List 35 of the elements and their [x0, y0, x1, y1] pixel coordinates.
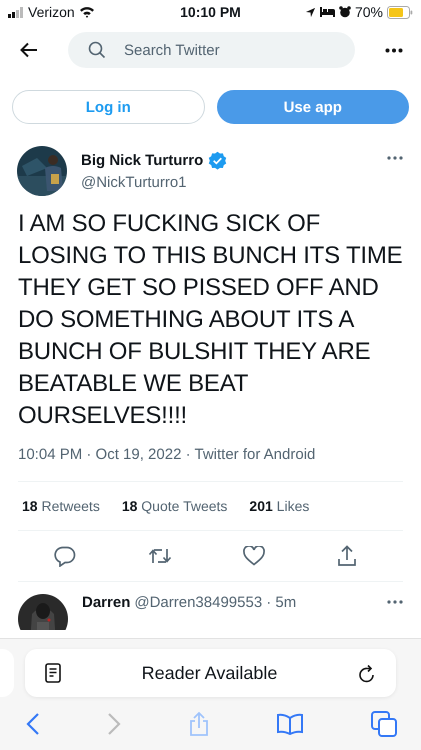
- location-icon: [304, 6, 316, 18]
- battery-icon: [386, 6, 413, 18]
- more-icon[interactable]: [387, 600, 403, 604]
- clock-time: 10:10 PM: [180, 4, 241, 20]
- share-icon[interactable]: [337, 545, 358, 567]
- reply-author-name: Darren: [82, 594, 130, 611]
- more-icon[interactable]: [385, 48, 403, 52]
- back-icon[interactable]: [26, 712, 40, 736]
- alarm-icon: [338, 6, 351, 18]
- tweet-timestamp: 10:04 PM · Oct 19, 2022 · Twitter for Android: [18, 446, 403, 482]
- author-name: Big Nick Turturro: [81, 152, 204, 169]
- reader-label: Reader Available: [142, 662, 278, 684]
- wifi-icon: [78, 6, 95, 18]
- reply-author-handle: @Darren38499553: [134, 594, 262, 611]
- more-icon[interactable]: [387, 156, 403, 160]
- tweet-stat[interactable]: 201 Likes: [249, 498, 310, 514]
- heart-icon[interactable]: [243, 546, 266, 566]
- author-handle: @NickTurturro1: [81, 174, 188, 191]
- tabs-icon[interactable]: [371, 711, 397, 737]
- address-bar[interactable]: Reader Available: [25, 649, 396, 697]
- reply-time: · 5m: [266, 594, 296, 611]
- back-arrow-icon[interactable]: [20, 42, 38, 58]
- tweet-text: I AM SO FUCKING SICK OF LOSING TO THIS BUNCH ITS TIME THEY GET SO PISSED OFF AND DO SOMETHING ABOUT ITS A BUNCH OF BULSHIT THEY ARE BEATABLE WE BEAT OURSELVES!!!!: [18, 209, 404, 431]
- search-icon: [88, 41, 106, 59]
- battery-percent: 70%: [354, 4, 383, 20]
- reply-icon[interactable]: [54, 545, 76, 567]
- reload-icon[interactable]: [358, 664, 376, 682]
- bed-icon: [320, 7, 335, 17]
- document-icon[interactable]: [45, 663, 61, 683]
- carrier-name: Verizon: [28, 4, 75, 20]
- signal-icon: [8, 6, 24, 18]
- search-field[interactable]: Search Twitter: [68, 32, 355, 68]
- book-icon[interactable]: [276, 713, 304, 735]
- tweet-stat[interactable]: 18 Retweets: [22, 498, 100, 514]
- tweet-stat[interactable]: 18 Quote Tweets: [122, 498, 228, 514]
